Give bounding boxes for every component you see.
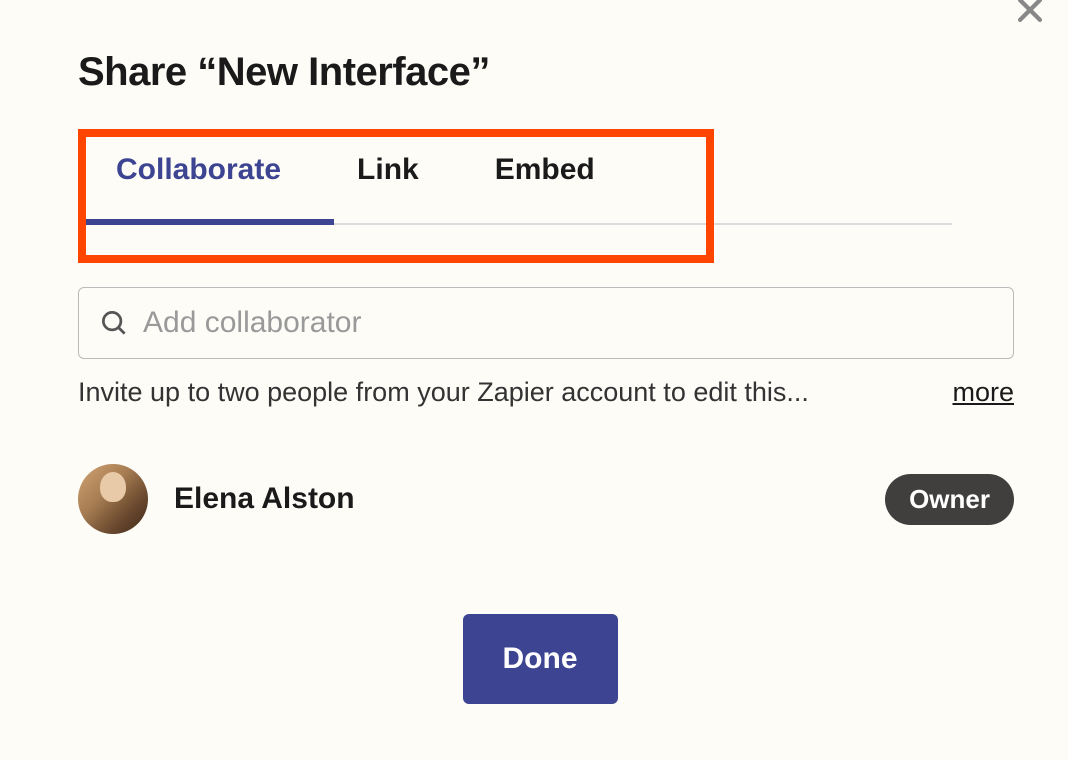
close-button[interactable] [1010,0,1050,32]
collaborator-input[interactable] [143,306,993,340]
dialog-title: Share “New Interface” [78,50,1002,95]
search-icon [99,308,129,338]
tabs-container: Collaborate Link Embed [78,141,1002,225]
tab-link[interactable]: Link [319,141,457,223]
helper-text: Invite up to two people from your Zapier… [78,377,809,408]
avatar [78,464,148,534]
footer-actions: Done [78,614,1002,704]
role-badge: Owner [885,474,1014,525]
collaborator-input-wrap[interactable] [78,287,1014,359]
collaborator-row: Elena Alston Owner [78,464,1014,534]
tab-embed[interactable]: Embed [457,141,633,223]
share-dialog: Share “New Interface” Collaborate Link E… [0,0,1068,704]
tabs: Collaborate Link Embed [78,141,952,225]
tab-collaborate[interactable]: Collaborate [78,141,319,223]
collaborator-input-section: Invite up to two people from your Zapier… [78,287,1002,408]
collaborator-name: Elena Alston [174,482,355,516]
close-icon [1013,0,1047,32]
done-button[interactable]: Done [463,614,618,704]
helper-row: Invite up to two people from your Zapier… [78,377,1014,408]
more-link[interactable]: more [952,377,1014,408]
tab-active-indicator [78,219,334,225]
